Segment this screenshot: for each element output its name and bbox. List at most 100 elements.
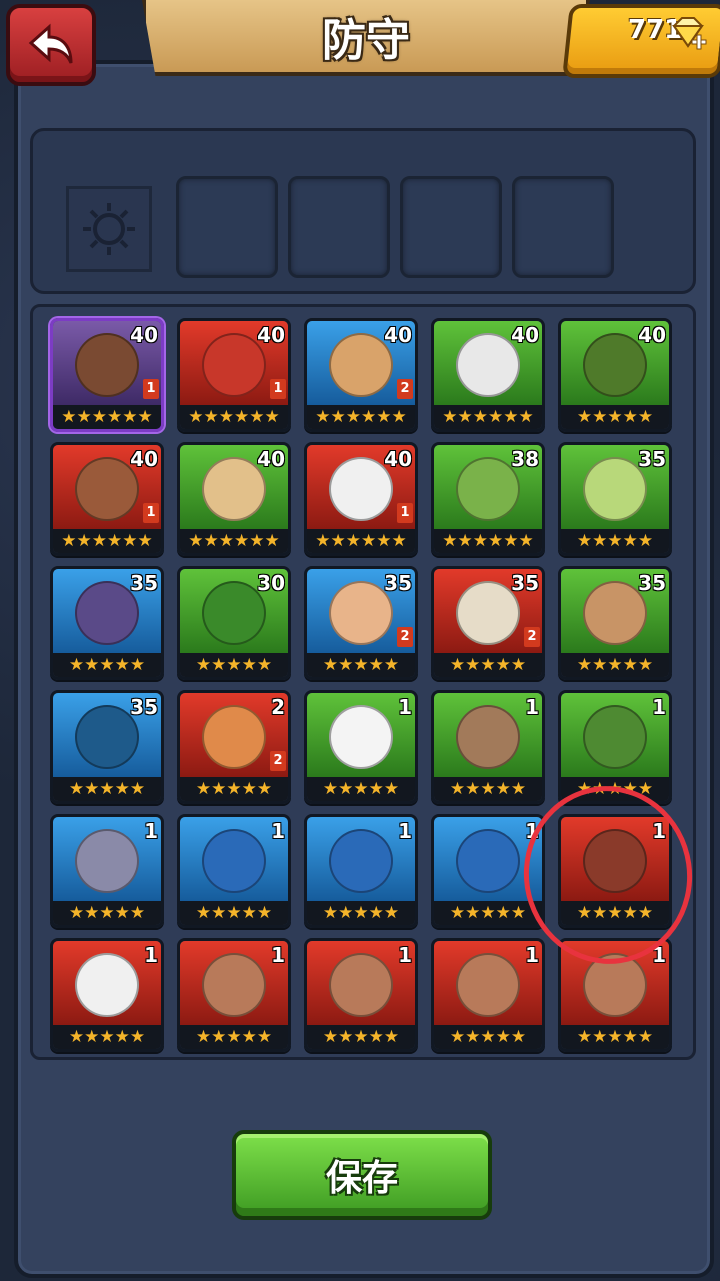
hero-level: 40 <box>638 323 666 347</box>
defense-slot-2[interactable] <box>176 176 278 278</box>
hero-stars: ★★★★★★ <box>434 405 542 429</box>
hero-stars: ★★★★★ <box>307 901 415 925</box>
hero-stars: ★★★★★ <box>180 653 288 677</box>
save-label: 保存 <box>325 1158 398 1199</box>
hero-card[interactable]: 1 ★★★★★ <box>50 938 164 1052</box>
hero-card[interactable]: 38 ★★★★★★ <box>431 442 545 556</box>
hero-level: 1 <box>144 819 158 843</box>
hero-face <box>75 829 139 893</box>
hero-card[interactable]: 1 ★★★★★ <box>431 690 545 804</box>
hero-level: 40 <box>384 323 412 347</box>
hero-card[interactable]: 40 1 ★★★★★★ <box>50 442 164 556</box>
defense-slot-4[interactable] <box>400 176 502 278</box>
hero-card[interactable]: 35 ★★★★★ <box>558 442 672 556</box>
hero-level: 40 <box>130 447 158 471</box>
hero-level: 35 <box>638 447 666 471</box>
hero-level: 1 <box>144 943 158 967</box>
hero-card[interactable]: 2 2 ★★★★★ <box>177 690 291 804</box>
hero-level: 38 <box>511 447 539 471</box>
hero-level: 40 <box>257 323 285 347</box>
hero-rank-badge: 2 <box>524 627 540 647</box>
hero-face <box>456 829 520 893</box>
hero-face <box>583 705 647 769</box>
hero-card[interactable]: 1 ★★★★★ <box>431 938 545 1052</box>
hero-stars: ★★★★★ <box>434 777 542 801</box>
hero-card[interactable]: 40 ★★★★★★ <box>177 442 291 556</box>
hero-stars: ★★★★★ <box>561 405 669 429</box>
hero-stars: ★★★★★ <box>561 1025 669 1049</box>
hero-level: 1 <box>398 695 412 719</box>
hero-level: 35 <box>130 695 158 719</box>
hero-card[interactable]: 1 ★★★★★ <box>304 814 418 928</box>
hero-stars: ★★★★★★ <box>180 405 288 429</box>
hero-level: 1 <box>525 695 539 719</box>
save-button[interactable]: 保存 <box>232 1130 492 1220</box>
page-title: 防守 <box>322 15 410 66</box>
hero-stars: ★★★★★ <box>53 653 161 677</box>
hero-card[interactable]: 40 2 ★★★★★★ <box>304 318 418 432</box>
diamond-plus-icon[interactable] <box>668 14 708 54</box>
hero-stars: ★★★★★★ <box>180 529 288 553</box>
hero-level: 35 <box>384 571 412 595</box>
hero-face <box>329 829 393 893</box>
hero-card[interactable]: 1 ★★★★★ <box>177 814 291 928</box>
hero-stars: ★★★★★★ <box>307 405 415 429</box>
hero-rank-badge: 1 <box>397 503 413 523</box>
hero-level: 1 <box>398 819 412 843</box>
hero-level: 40 <box>384 447 412 471</box>
hero-card[interactable]: 35 ★★★★★ <box>558 566 672 680</box>
hero-level: 1 <box>652 695 666 719</box>
hero-level: 1 <box>525 943 539 967</box>
hero-rank-badge: 1 <box>143 379 159 399</box>
hero-face <box>329 705 393 769</box>
hero-face <box>456 705 520 769</box>
hero-stars: ★★★★★★ <box>53 529 161 553</box>
hero-card[interactable]: 35 ★★★★★ <box>50 690 164 804</box>
hero-card[interactable]: 1 ★★★★★ <box>177 938 291 1052</box>
hero-stars: ★★★★★ <box>180 901 288 925</box>
hero-face <box>329 953 393 1017</box>
hero-stars: ★★★★★ <box>561 653 669 677</box>
hero-card[interactable]: 40 1 ★★★★★★ <box>177 318 291 432</box>
defense-slot-1[interactable] <box>66 186 152 272</box>
hero-level: 35 <box>511 571 539 595</box>
hero-level: 40 <box>511 323 539 347</box>
hero-level: 1 <box>398 943 412 967</box>
hero-stars: ★★★★★★ <box>307 529 415 553</box>
hero-rank-badge: 2 <box>397 379 413 399</box>
back-button[interactable] <box>6 4 96 86</box>
hero-card[interactable]: 1 ★★★★★ <box>304 938 418 1052</box>
hero-stars: ★★★★★ <box>434 901 542 925</box>
hero-card[interactable]: 40 ★★★★★ <box>558 318 672 432</box>
hero-rank-badge: 1 <box>143 503 159 523</box>
hero-level: 40 <box>257 447 285 471</box>
hero-level: 40 <box>130 323 158 347</box>
hero-card[interactable]: 40 ★★★★★★ <box>431 318 545 432</box>
hero-rank-badge: 1 <box>270 379 286 399</box>
hero-stars: ★★★★★ <box>307 653 415 677</box>
hero-card[interactable]: 35 2 ★★★★★ <box>304 566 418 680</box>
hero-face <box>456 953 520 1017</box>
hero-card[interactable]: 40 1 ★★★★★★ <box>304 442 418 556</box>
hero-card[interactable]: 30 ★★★★★ <box>177 566 291 680</box>
hero-card[interactable]: 1 ★★★★★ <box>304 690 418 804</box>
defense-slot-3[interactable] <box>288 176 390 278</box>
hero-stars: ★★★★★ <box>434 1025 542 1049</box>
title-plate: 防守 <box>142 0 590 76</box>
hero-rank-badge: 2 <box>397 627 413 647</box>
back-arrow-icon <box>28 23 73 64</box>
hero-card[interactable]: 40 1 ★★★★★★ <box>50 318 164 432</box>
hero-card[interactable]: 35 ★★★★★ <box>50 566 164 680</box>
hero-face <box>75 953 139 1017</box>
hero-stars: ★★★★★ <box>53 777 161 801</box>
hero-stars: ★★★★★ <box>180 777 288 801</box>
hero-stars: ★★★★★ <box>434 653 542 677</box>
hero-level: 1 <box>271 943 285 967</box>
hero-face <box>202 829 266 893</box>
defense-slot-5[interactable] <box>512 176 614 278</box>
hero-card[interactable]: 1 ★★★★★ <box>50 814 164 928</box>
hero-stars: ★★★★★ <box>53 901 161 925</box>
hero-card[interactable]: 35 2 ★★★★★ <box>431 566 545 680</box>
hero-stars: ★★★★★★ <box>53 405 161 429</box>
hero-rank-badge: 2 <box>270 751 286 771</box>
